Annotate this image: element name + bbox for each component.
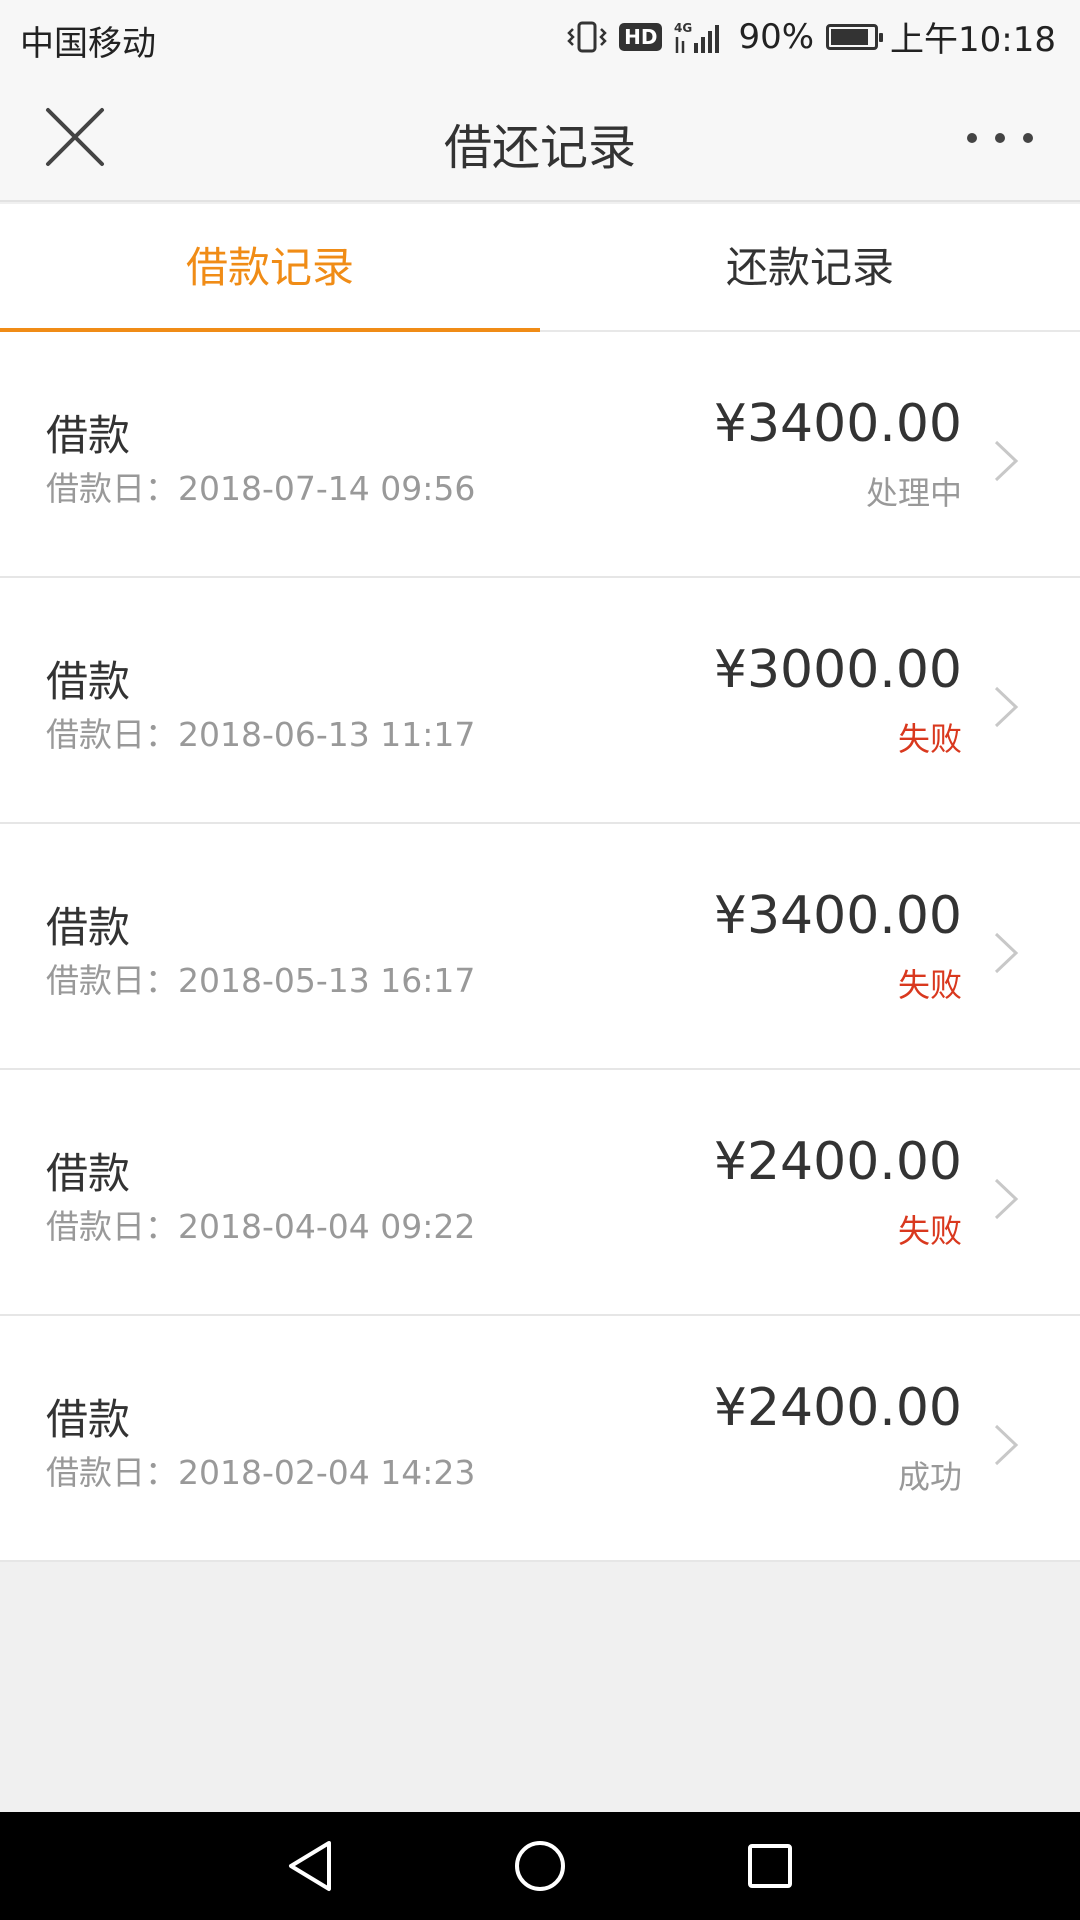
back-triangle-icon xyxy=(289,1841,331,1891)
record-title: 借款 xyxy=(46,411,131,460)
clock: 上午10:18 xyxy=(890,20,1056,60)
record-title: 借款 xyxy=(46,1149,131,1198)
record-date: 借款日：2018-05-13 16:17 xyxy=(46,961,476,1000)
chevron-right-icon xyxy=(994,932,1019,974)
record-item[interactable]: 借款借款日：2018-05-13 16:17 ¥3400.00 失败 xyxy=(0,824,1080,1070)
page-title: 借还记录 xyxy=(443,120,636,176)
record-item[interactable]: 借款借款日：2018-07-14 09:56 ¥3400.00 处理中 xyxy=(0,332,1080,578)
recents-square-icon xyxy=(748,1844,792,1888)
record-date: 借款日：2018-06-13 11:17 xyxy=(46,715,476,754)
record-title: 借款 xyxy=(46,657,131,706)
svg-text:4G: 4G xyxy=(674,21,692,35)
record-title: 借款 xyxy=(46,1395,131,1444)
battery-level xyxy=(831,28,869,45)
record-status: 处理中 xyxy=(865,474,962,512)
chevron-right-icon xyxy=(994,1424,1019,1466)
record-amount: ¥2400.00 xyxy=(713,1132,962,1192)
carrier-name: 中国移动 xyxy=(20,24,156,64)
record-status: 失败 xyxy=(897,720,962,758)
chevron-right-icon xyxy=(994,440,1019,482)
battery-percent: 90% xyxy=(738,16,815,57)
record-status: 失败 xyxy=(897,966,962,1004)
app-root: 中国移动 HD 4G 90% 上午10:18 借还记录 借款记录 还款记录 借款… xyxy=(0,0,1080,1920)
hd-icon: HD xyxy=(619,22,663,51)
status-bar: 中国移动 HD 4G 90% 上午10:18 xyxy=(0,0,1080,76)
record-date: 借款日：2018-04-04 09:22 xyxy=(46,1207,476,1246)
record-amount: ¥3400.00 xyxy=(713,886,962,946)
title-bar: 借还记录 xyxy=(0,76,1080,202)
signal-icon: 4G xyxy=(674,19,726,55)
record-amount: ¥3000.00 xyxy=(713,640,962,700)
record-date: 借款日：2018-07-14 09:56 xyxy=(46,469,476,508)
more-dots-icon xyxy=(967,133,1033,143)
tab-borrow-records[interactable]: 借款记录 xyxy=(0,204,540,332)
record-amount: ¥2400.00 xyxy=(713,1378,962,1438)
home-button[interactable] xyxy=(510,1836,570,1896)
record-amount: ¥3400.00 xyxy=(713,394,962,454)
chevron-right-icon xyxy=(994,1178,1019,1220)
more-button[interactable] xyxy=(960,108,1040,168)
record-date: 借款日：2018-02-04 14:23 xyxy=(46,1453,476,1492)
record-item[interactable]: 借款借款日：2018-04-04 09:22 ¥2400.00 失败 xyxy=(0,1070,1080,1316)
record-tabs: 借款记录 还款记录 xyxy=(0,204,1080,332)
record-item[interactable]: 借款借款日：2018-02-04 14:23 ¥2400.00 成功 xyxy=(0,1316,1080,1562)
record-item[interactable]: 借款借款日：2018-06-13 11:17 ¥3000.00 失败 xyxy=(0,578,1080,824)
battery-icon xyxy=(826,23,884,50)
record-status: 成功 xyxy=(897,1458,962,1496)
home-circle-icon xyxy=(515,1841,565,1891)
recents-button[interactable] xyxy=(740,1836,800,1896)
vibrate-icon xyxy=(567,19,607,55)
records-list: 借款 借款日：2018-07-14 09:56 ¥3400.00 处理中 借款 借款日：2… xyxy=(0,332,1080,1562)
tab-repay-records[interactable]: 还款记录 xyxy=(540,204,1080,330)
back-button[interactable] xyxy=(280,1836,340,1896)
record-status: 失败 xyxy=(897,1212,962,1250)
chevron-right-icon xyxy=(994,686,1019,728)
record-title: 借款 xyxy=(46,903,131,952)
system-nav-bar xyxy=(0,1812,1080,1920)
status-icons: HD 4G 90% 上午10:18 xyxy=(567,12,1056,61)
